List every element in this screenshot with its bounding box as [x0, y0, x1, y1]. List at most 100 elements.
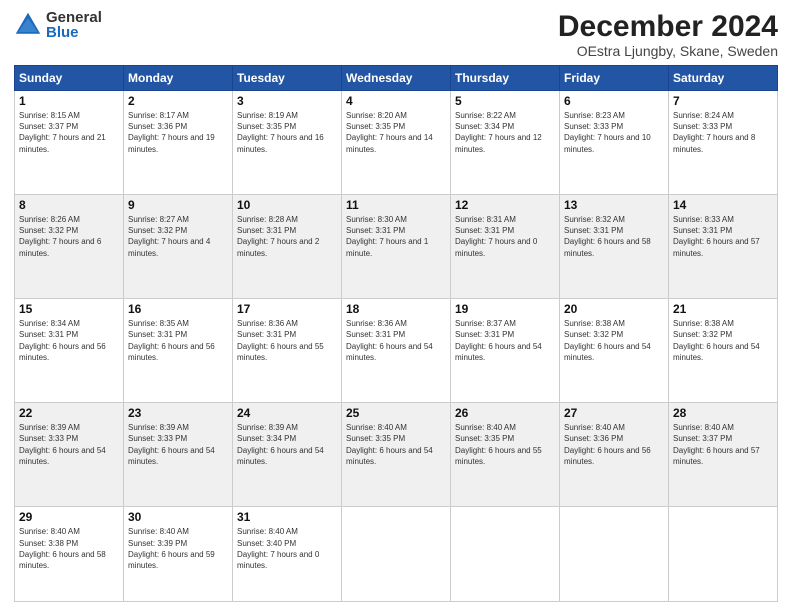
day-number: 19 [455, 302, 555, 316]
calendar-cell: 17Sunrise: 8:36 AMSunset: 3:31 PMDayligh… [233, 299, 342, 403]
day-number: 18 [346, 302, 446, 316]
calendar-cell: 18 Sunrise: 8:36 AMSunset: 3:31 PMDayligh… [342, 299, 451, 403]
day-info: Sunrise: 8:20 AMSunset: 3:35 PMDaylight:… [346, 110, 446, 155]
weekday-header-tuesday: Tuesday [233, 66, 342, 91]
week-row-1: 1Sunrise: 8:15 AMSunset: 3:37 PMDaylight… [15, 91, 778, 195]
day-info: Sunrise: 8:33 AMSunset: 3:31 PMDaylight:… [673, 214, 773, 259]
day-info: Sunrise: 8:35 AMSunset: 3:31 PMDaylight:… [128, 318, 228, 363]
calendar-cell: 12Sunrise: 8:31 AMSunset: 3:31 PMDayligh… [451, 195, 560, 299]
day-number: 25 [346, 406, 446, 420]
day-info: Sunrise: 8:31 AMSunset: 3:31 PMDaylight:… [455, 214, 555, 259]
weekday-header-friday: Friday [560, 66, 669, 91]
day-info: Sunrise: 8:28 AMSunset: 3:31 PMDaylight:… [237, 214, 337, 259]
day-number: 30 [128, 510, 228, 524]
week-row-2: 8Sunrise: 8:26 AMSunset: 3:32 PMDaylight… [15, 195, 778, 299]
day-number: 11 [346, 198, 446, 212]
day-number: 24 [237, 406, 337, 420]
calendar-cell: 29Sunrise: 8:40 AMSunset: 3:38 PMDayligh… [15, 507, 124, 602]
day-number: 8 [19, 198, 119, 212]
calendar-cell: 26 Sunrise: 8:40 AMSunset: 3:35 PMDayligh… [451, 403, 560, 507]
day-info: Sunrise: 8:15 AMSunset: 3:37 PMDaylight:… [19, 110, 119, 155]
day-info: Sunrise: 8:19 AMSunset: 3:35 PMDaylight:… [237, 110, 337, 155]
day-number: 2 [128, 94, 228, 108]
calendar-cell: 16 Sunrise: 8:35 AMSunset: 3:31 PMDayligh… [124, 299, 233, 403]
weekday-header-row: SundayMondayTuesdayWednesdayThursdayFrid… [15, 66, 778, 91]
calendar-cell: 6 Sunrise: 8:23 AMSunset: 3:33 PMDaylight… [560, 91, 669, 195]
day-number: 26 [455, 406, 555, 420]
calendar-cell [451, 507, 560, 602]
calendar-cell: 20Sunrise: 8:38 AMSunset: 3:32 PMDayligh… [560, 299, 669, 403]
logo: General Blue [14, 10, 102, 40]
logo-blue: Blue [46, 25, 102, 40]
calendar-cell: 30Sunrise: 8:40 AMSunset: 3:39 PMDayligh… [124, 507, 233, 602]
day-number: 6 [564, 94, 664, 108]
day-number: 4 [346, 94, 446, 108]
day-info: Sunrise: 8:39 AMSunset: 3:33 PMDaylight:… [19, 422, 119, 467]
day-number: 3 [237, 94, 337, 108]
day-info: Sunrise: 8:39 AMSunset: 3:33 PMDaylight:… [128, 422, 228, 467]
calendar-cell: 1Sunrise: 8:15 AMSunset: 3:37 PMDaylight… [15, 91, 124, 195]
calendar-cell [669, 507, 778, 602]
day-number: 10 [237, 198, 337, 212]
day-info: Sunrise: 8:40 AMSunset: 3:35 PMDaylight:… [346, 422, 446, 467]
calendar-title: December 2024 [558, 10, 778, 43]
weekday-header-thursday: Thursday [451, 66, 560, 91]
calendar-cell: 28 Sunrise: 8:40 AMSunset: 3:37 PMDayligh… [669, 403, 778, 507]
calendar-cell: 23Sunrise: 8:39 AMSunset: 3:33 PMDayligh… [124, 403, 233, 507]
day-info: Sunrise: 8:40 AMSunset: 3:35 PMDaylight:… [455, 422, 555, 467]
calendar-cell: 4 Sunrise: 8:20 AMSunset: 3:35 PMDaylight… [342, 91, 451, 195]
calendar-cell: 31 Sunrise: 8:40 AMSunset: 3:40 PMDayligh… [233, 507, 342, 602]
day-info: Sunrise: 8:40 AMSunset: 3:36 PMDaylight:… [564, 422, 664, 467]
calendar-cell: 8Sunrise: 8:26 AMSunset: 3:32 PMDaylight… [15, 195, 124, 299]
calendar-cell [560, 507, 669, 602]
logo-icon [14, 11, 42, 39]
day-number: 13 [564, 198, 664, 212]
calendar-cell: 27 Sunrise: 8:40 AMSunset: 3:36 PMDayligh… [560, 403, 669, 507]
day-number: 29 [19, 510, 119, 524]
day-info: Sunrise: 8:40 AMSunset: 3:40 PMDaylight:… [237, 526, 337, 571]
calendar-cell: 11Sunrise: 8:30 AMSunset: 3:31 PMDayligh… [342, 195, 451, 299]
day-info: Sunrise: 8:39 AMSunset: 3:34 PMDaylight:… [237, 422, 337, 467]
calendar-cell: 10 Sunrise: 8:28 AMSunset: 3:31 PMDayligh… [233, 195, 342, 299]
day-info: Sunrise: 8:17 AMSunset: 3:36 PMDaylight:… [128, 110, 228, 155]
weekday-header-wednesday: Wednesday [342, 66, 451, 91]
calendar-cell: 21 Sunrise: 8:38 AMSunset: 3:32 PMDayligh… [669, 299, 778, 403]
day-number: 16 [128, 302, 228, 316]
day-number: 7 [673, 94, 773, 108]
day-number: 14 [673, 198, 773, 212]
calendar-table: SundayMondayTuesdayWednesdayThursdayFrid… [14, 65, 778, 602]
day-info: Sunrise: 8:23 AMSunset: 3:33 PMDaylight:… [564, 110, 664, 155]
calendar-cell: 24 Sunrise: 8:39 AMSunset: 3:34 PMDayligh… [233, 403, 342, 507]
day-info: Sunrise: 8:38 AMSunset: 3:32 PMDaylight:… [564, 318, 664, 363]
day-number: 28 [673, 406, 773, 420]
day-info: Sunrise: 8:37 AMSunset: 3:31 PMDaylight:… [455, 318, 555, 363]
calendar-cell: 25 Sunrise: 8:40 AMSunset: 3:35 PMDayligh… [342, 403, 451, 507]
day-info: Sunrise: 8:40 AMSunset: 3:37 PMDaylight:… [673, 422, 773, 467]
week-row-4: 22Sunrise: 8:39 AMSunset: 3:33 PMDayligh… [15, 403, 778, 507]
calendar-cell [342, 507, 451, 602]
week-row-5: 29Sunrise: 8:40 AMSunset: 3:38 PMDayligh… [15, 507, 778, 602]
day-number: 27 [564, 406, 664, 420]
day-info: Sunrise: 8:36 AMSunset: 3:31 PMDaylight:… [346, 318, 446, 363]
day-number: 5 [455, 94, 555, 108]
weekday-header-sunday: Sunday [15, 66, 124, 91]
weekday-header-saturday: Saturday [669, 66, 778, 91]
day-info: Sunrise: 8:27 AMSunset: 3:32 PMDaylight:… [128, 214, 228, 259]
header: General Blue December 2024 OEstra Ljungb… [14, 10, 778, 59]
logo-text: General Blue [46, 10, 102, 40]
day-info: Sunrise: 8:24 AMSunset: 3:33 PMDaylight:… [673, 110, 773, 155]
day-info: Sunrise: 8:32 AMSunset: 3:31 PMDaylight:… [564, 214, 664, 259]
day-number: 21 [673, 302, 773, 316]
title-block: December 2024 OEstra Ljungby, Skane, Swe… [558, 10, 778, 59]
day-info: Sunrise: 8:38 AMSunset: 3:32 PMDaylight:… [673, 318, 773, 363]
calendar-cell: 9 Sunrise: 8:27 AMSunset: 3:32 PMDaylight… [124, 195, 233, 299]
day-number: 9 [128, 198, 228, 212]
day-number: 17 [237, 302, 337, 316]
day-number: 15 [19, 302, 119, 316]
calendar-cell: 5Sunrise: 8:22 AMSunset: 3:34 PMDaylight… [451, 91, 560, 195]
day-info: Sunrise: 8:34 AMSunset: 3:31 PMDaylight:… [19, 318, 119, 363]
logo-general: General [46, 10, 102, 25]
calendar-cell: 19 Sunrise: 8:37 AMSunset: 3:31 PMDayligh… [451, 299, 560, 403]
day-number: 31 [237, 510, 337, 524]
page: General Blue December 2024 OEstra Ljungb… [0, 0, 792, 612]
